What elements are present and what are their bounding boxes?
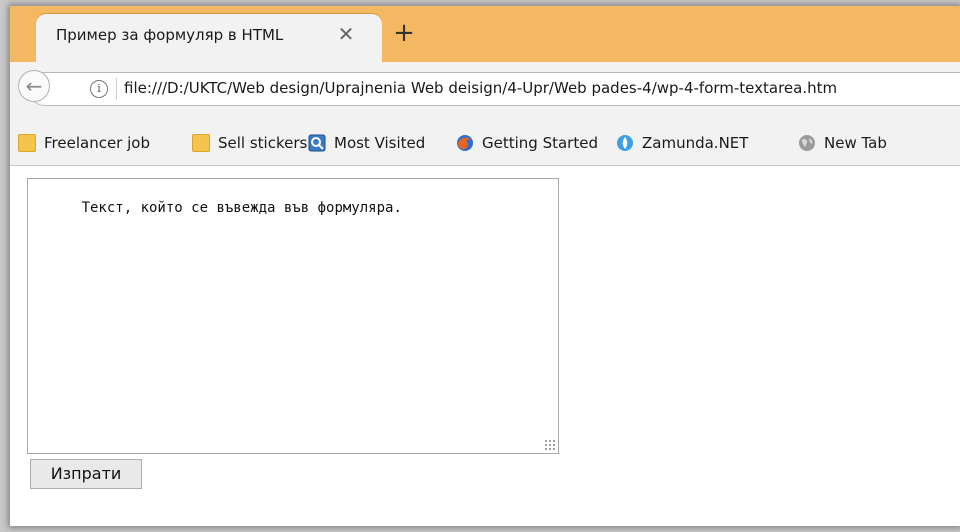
info-icon[interactable]: i: [90, 80, 108, 98]
submit-button[interactable]: Изпрати: [30, 459, 142, 489]
url-separator: [116, 78, 117, 100]
url-text[interactable]: file:///D:/UKTC/Web design/Uprajnenia We…: [124, 79, 837, 97]
bookmark-label: Sell stickers: [218, 134, 308, 152]
close-icon[interactable]: ✕: [334, 22, 358, 46]
tab-title: Пример за формуляр в HTML: [56, 26, 284, 44]
folder-icon: [192, 134, 210, 152]
page-content: Текст, който се въвежда във формуляра. И…: [10, 166, 960, 526]
bookmarks-toolbar: Freelancer job Sell stickers Most Visite…: [10, 122, 960, 166]
bookmark-label: Zamunda.NET: [642, 134, 749, 152]
new-tab-icon[interactable]: +: [390, 20, 418, 48]
globe-icon: [798, 134, 816, 152]
tab-active[interactable]: Пример за формуляр в HTML ✕: [36, 14, 382, 62]
bookmark-label: Freelancer job: [44, 134, 150, 152]
resize-grip-icon[interactable]: [544, 439, 556, 451]
browser-window: Пример за формуляр в HTML ✕ + ← i file:/…: [10, 6, 960, 526]
tab-bar: Пример за формуляр в HTML ✕ +: [10, 6, 960, 62]
bookmark-label: New Tab: [824, 134, 887, 152]
zamunda-icon: [616, 134, 634, 152]
message-textarea[interactable]: Текст, който се въвежда във формуляра.: [27, 178, 559, 454]
bookmark-label: Most Visited: [334, 134, 426, 152]
back-arrow-icon[interactable]: ←: [18, 70, 50, 102]
most-visited-icon: [308, 134, 326, 152]
textarea-value: Текст, който се въвежда във формуляра.: [81, 200, 402, 216]
folder-icon: [18, 134, 36, 152]
navigation-bar: ← i file:///D:/UKTC/Web design/Uprajneni…: [10, 62, 960, 122]
firefox-icon: [456, 134, 474, 152]
bookmark-label: Getting Started: [482, 134, 598, 152]
